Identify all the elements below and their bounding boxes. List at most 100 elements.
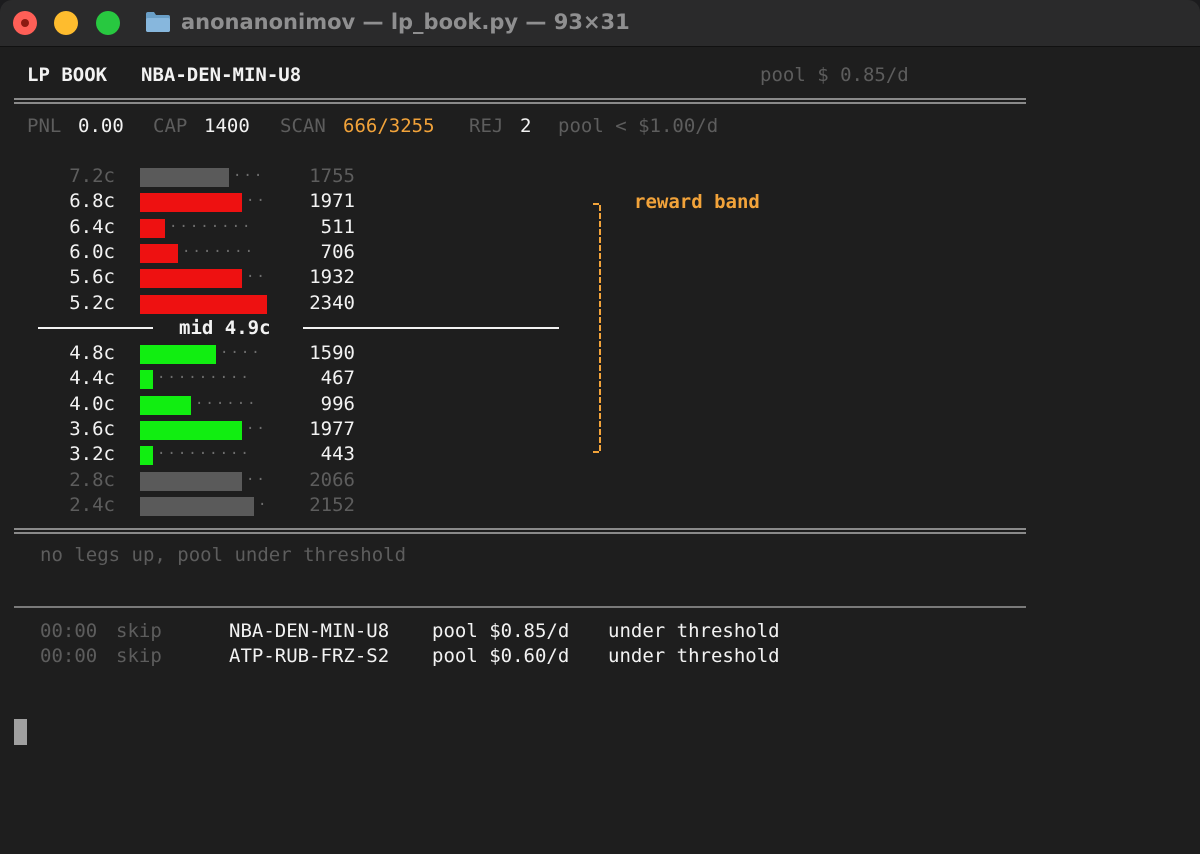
bid-price: 4.4c xyxy=(69,367,115,389)
title-bar[interactable]: anonanonimov — lp_book.py — 93×31 xyxy=(0,0,1200,47)
log-reason: under threshold xyxy=(608,620,780,642)
ask-price: 5.6c xyxy=(69,266,115,288)
pnl-label: PNL xyxy=(27,115,62,137)
text-cursor xyxy=(14,719,27,745)
bid-bar-track: ········· xyxy=(157,446,251,462)
bid-price: 2.8c xyxy=(69,469,115,491)
bid-size: 1977 xyxy=(309,418,355,440)
mid-line-left xyxy=(38,327,153,329)
ask-size: 511 xyxy=(320,216,355,238)
book-divider xyxy=(14,528,1026,534)
log-pool: pool $0.85/d xyxy=(432,620,570,642)
ask-size-bar xyxy=(140,295,267,314)
bid-bar-track: ······ xyxy=(195,396,258,412)
pool-rate: pool $ 0.85/d xyxy=(760,64,909,86)
mid-line-right xyxy=(303,327,559,329)
terminal-window: anonanonimov — lp_book.py — 93×31 LP BOO… xyxy=(0,0,1200,854)
bid-level: 3.6c ·· 1977 xyxy=(0,417,380,441)
scan-value: 666/3255 xyxy=(343,115,435,137)
log-market: NBA-DEN-MIN-U8 xyxy=(229,620,390,642)
log-action: skip xyxy=(116,620,162,642)
bid-size: 1590 xyxy=(309,342,355,364)
ask-price: 7.2c xyxy=(69,165,115,187)
terminal-content[interactable]: LP BOOK NBA-DEN-MIN-U8 pool $ 0.85/d PNL… xyxy=(0,46,1200,854)
bid-level: 4.0c ······ 996 xyxy=(0,392,380,416)
ask-size-bar xyxy=(140,244,178,263)
bid-price: 3.2c xyxy=(69,443,115,465)
bid-price: 3.6c xyxy=(69,418,115,440)
ask-bar-track: ·· xyxy=(246,269,267,285)
ask-level: 7.2c ··· 1755 xyxy=(0,164,380,188)
bid-bar-track: · xyxy=(258,497,268,513)
cap-value: 1400 xyxy=(204,115,250,137)
bid-level: 4.4c ········· 467 xyxy=(0,366,380,390)
log-market: ATP-RUB-FRZ-S2 xyxy=(229,645,390,667)
log-time: 00:00 xyxy=(40,620,98,642)
ask-size: 2340 xyxy=(309,292,355,314)
bid-size: 996 xyxy=(320,393,355,415)
bid-bar-track: ········· xyxy=(157,370,251,386)
ask-price: 6.0c xyxy=(69,241,115,263)
ask-price: 6.4c xyxy=(69,216,115,238)
bid-size-bar xyxy=(140,345,216,364)
log-divider xyxy=(14,606,1026,608)
bid-size: 2152 xyxy=(309,494,355,516)
rej-value: 2 xyxy=(520,115,532,137)
bid-price: 4.0c xyxy=(69,393,115,415)
bid-size-bar xyxy=(140,421,242,440)
bid-size-bar xyxy=(140,472,242,491)
ask-size: 1932 xyxy=(309,266,355,288)
bid-level: 2.8c ·· 2066 xyxy=(0,468,380,492)
bid-size: 443 xyxy=(320,443,355,465)
ask-bar-track: ··· xyxy=(233,168,265,184)
bid-level: 3.2c ········· 443 xyxy=(0,442,380,466)
log-time: 00:00 xyxy=(40,645,98,667)
ask-size-bar xyxy=(140,193,242,212)
bid-size-bar xyxy=(140,370,153,389)
ask-level: 6.0c ······· 706 xyxy=(0,240,380,264)
bid-size-bar xyxy=(140,396,191,415)
ask-bar-track: ·· xyxy=(246,193,267,209)
zoom-button[interactable] xyxy=(96,11,120,35)
ask-size: 1971 xyxy=(309,190,355,212)
ask-price: 6.8c xyxy=(69,190,115,212)
rej-label: REJ xyxy=(469,115,504,137)
log-action: skip xyxy=(116,645,162,667)
ask-size: 1755 xyxy=(309,165,355,187)
bid-bar-track: ·· xyxy=(246,421,267,437)
ask-level: 6.4c ········ 511 xyxy=(0,215,380,239)
reward-band-label: reward band xyxy=(634,191,760,213)
market-id: NBA-DEN-MIN-U8 xyxy=(141,64,302,86)
bid-level: 4.8c ···· 1590 xyxy=(0,341,380,365)
scan-label: SCAN xyxy=(280,115,326,137)
reward-band-bracket xyxy=(593,203,601,453)
bid-price: 2.4c xyxy=(69,494,115,516)
ask-size-bar xyxy=(140,269,242,288)
ask-price: 5.2c xyxy=(69,292,115,314)
log-reason: under threshold xyxy=(608,645,780,667)
ask-size: 706 xyxy=(320,241,355,263)
minimize-button[interactable] xyxy=(54,11,78,35)
bid-bar-track: ···· xyxy=(220,345,262,361)
mid-price: mid 4.9c xyxy=(179,317,271,339)
bid-size: 467 xyxy=(320,367,355,389)
window-title: anonanonimov — lp_book.py — 93×31 xyxy=(181,10,630,34)
header-divider xyxy=(14,98,1026,104)
log-pool: pool $0.60/d xyxy=(432,645,570,667)
close-button[interactable] xyxy=(13,11,37,35)
cap-label: CAP xyxy=(153,115,188,137)
ask-size-bar xyxy=(140,219,165,238)
ask-level: 5.6c ·· 1932 xyxy=(0,265,380,289)
ask-bar-track: ······· xyxy=(182,244,256,260)
app-name: LP BOOK xyxy=(27,64,108,86)
ask-bar-track: ········ xyxy=(169,219,253,235)
folder-icon xyxy=(146,12,170,32)
bid-price: 4.8c xyxy=(69,342,115,364)
bid-size: 2066 xyxy=(309,469,355,491)
ask-size-bar xyxy=(140,168,229,187)
bid-bar-track: ·· xyxy=(246,472,267,488)
bid-size-bar xyxy=(140,497,254,516)
bid-level: 2.4c · 2152 xyxy=(0,493,380,517)
ask-level: 5.2c 2340 xyxy=(0,291,380,315)
status-message: no legs up, pool under threshold xyxy=(40,544,407,566)
